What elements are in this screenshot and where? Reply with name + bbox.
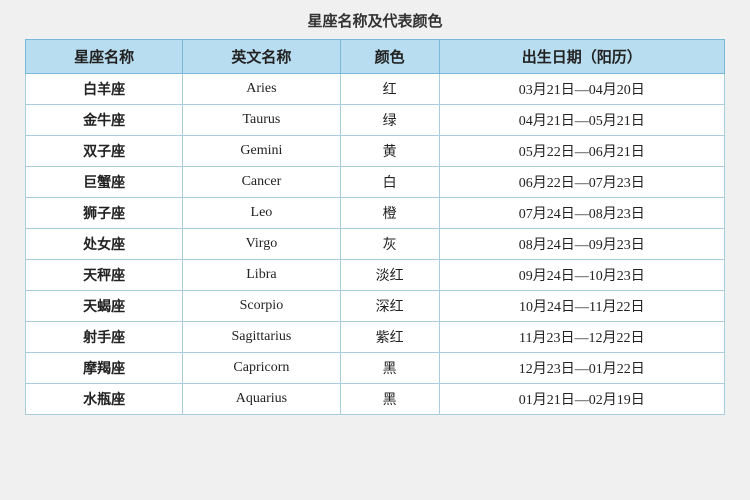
cell-english: Sagittarius xyxy=(183,322,340,353)
table-row: 天蝎座Scorpio深红10月24日—11月22日 xyxy=(26,291,725,322)
cell-color: 深红 xyxy=(340,291,439,322)
cell-chinese: 狮子座 xyxy=(26,198,183,229)
cell-english: Aquarius xyxy=(183,384,340,415)
cell-color: 黄 xyxy=(340,136,439,167)
header-chinese: 星座名称 xyxy=(26,40,183,74)
table-row: 巨蟹座Cancer白06月22日—07月23日 xyxy=(26,167,725,198)
cell-english: Virgo xyxy=(183,229,340,260)
cell-english: Aries xyxy=(183,74,340,105)
cell-chinese: 水瓶座 xyxy=(26,384,183,415)
cell-english: Cancer xyxy=(183,167,340,198)
cell-chinese: 天蝎座 xyxy=(26,291,183,322)
table-row: 金牛座Taurus绿04月21日—05月21日 xyxy=(26,105,725,136)
cell-color: 橙 xyxy=(340,198,439,229)
header-date: 出生日期（阳历） xyxy=(439,40,724,74)
cell-color: 绿 xyxy=(340,105,439,136)
cell-chinese: 白羊座 xyxy=(26,74,183,105)
cell-date: 10月24日—11月22日 xyxy=(439,291,724,322)
cell-color: 灰 xyxy=(340,229,439,260)
cell-color: 黑 xyxy=(340,384,439,415)
cell-chinese: 天秤座 xyxy=(26,260,183,291)
table-header-row: 星座名称 英文名称 颜色 出生日期（阳历） xyxy=(26,40,725,74)
cell-color: 白 xyxy=(340,167,439,198)
cell-color: 淡红 xyxy=(340,260,439,291)
cell-english: Leo xyxy=(183,198,340,229)
table-row: 摩羯座Capricorn黑12月23日—01月22日 xyxy=(26,353,725,384)
table-row: 双子座Gemini黄05月22日—06月21日 xyxy=(26,136,725,167)
cell-date: 12月23日—01月22日 xyxy=(439,353,724,384)
cell-chinese: 摩羯座 xyxy=(26,353,183,384)
cell-date: 09月24日—10月23日 xyxy=(439,260,724,291)
main-container: 星座名称及代表颜色 星座名称 英文名称 颜色 出生日期（阳历） 白羊座Aries… xyxy=(25,10,725,415)
cell-date: 07月24日—08月23日 xyxy=(439,198,724,229)
cell-english: Capricorn xyxy=(183,353,340,384)
cell-color: 红 xyxy=(340,74,439,105)
cell-english: Gemini xyxy=(183,136,340,167)
header-english: 英文名称 xyxy=(183,40,340,74)
cell-english: Scorpio xyxy=(183,291,340,322)
cell-chinese: 处女座 xyxy=(26,229,183,260)
table-row: 狮子座Leo橙07月24日—08月23日 xyxy=(26,198,725,229)
cell-chinese: 双子座 xyxy=(26,136,183,167)
cell-date: 03月21日—04月20日 xyxy=(439,74,724,105)
table-row: 白羊座Aries红03月21日—04月20日 xyxy=(26,74,725,105)
cell-date: 11月23日—12月22日 xyxy=(439,322,724,353)
table-row: 射手座Sagittarius紫红11月23日—12月22日 xyxy=(26,322,725,353)
cell-date: 04月21日—05月21日 xyxy=(439,105,724,136)
cell-chinese: 金牛座 xyxy=(26,105,183,136)
cell-date: 05月22日—06月21日 xyxy=(439,136,724,167)
page-title: 星座名称及代表颜色 xyxy=(25,10,725,31)
cell-date: 08月24日—09月23日 xyxy=(439,229,724,260)
header-color: 颜色 xyxy=(340,40,439,74)
cell-color: 黑 xyxy=(340,353,439,384)
cell-date: 01月21日—02月19日 xyxy=(439,384,724,415)
cell-date: 06月22日—07月23日 xyxy=(439,167,724,198)
cell-chinese: 射手座 xyxy=(26,322,183,353)
zodiac-table: 星座名称 英文名称 颜色 出生日期（阳历） 白羊座Aries红03月21日—04… xyxy=(25,39,725,415)
table-row: 处女座Virgo灰08月24日—09月23日 xyxy=(26,229,725,260)
cell-english: Libra xyxy=(183,260,340,291)
cell-color: 紫红 xyxy=(340,322,439,353)
table-row: 天秤座Libra淡红09月24日—10月23日 xyxy=(26,260,725,291)
cell-english: Taurus xyxy=(183,105,340,136)
cell-chinese: 巨蟹座 xyxy=(26,167,183,198)
table-row: 水瓶座Aquarius黑01月21日—02月19日 xyxy=(26,384,725,415)
